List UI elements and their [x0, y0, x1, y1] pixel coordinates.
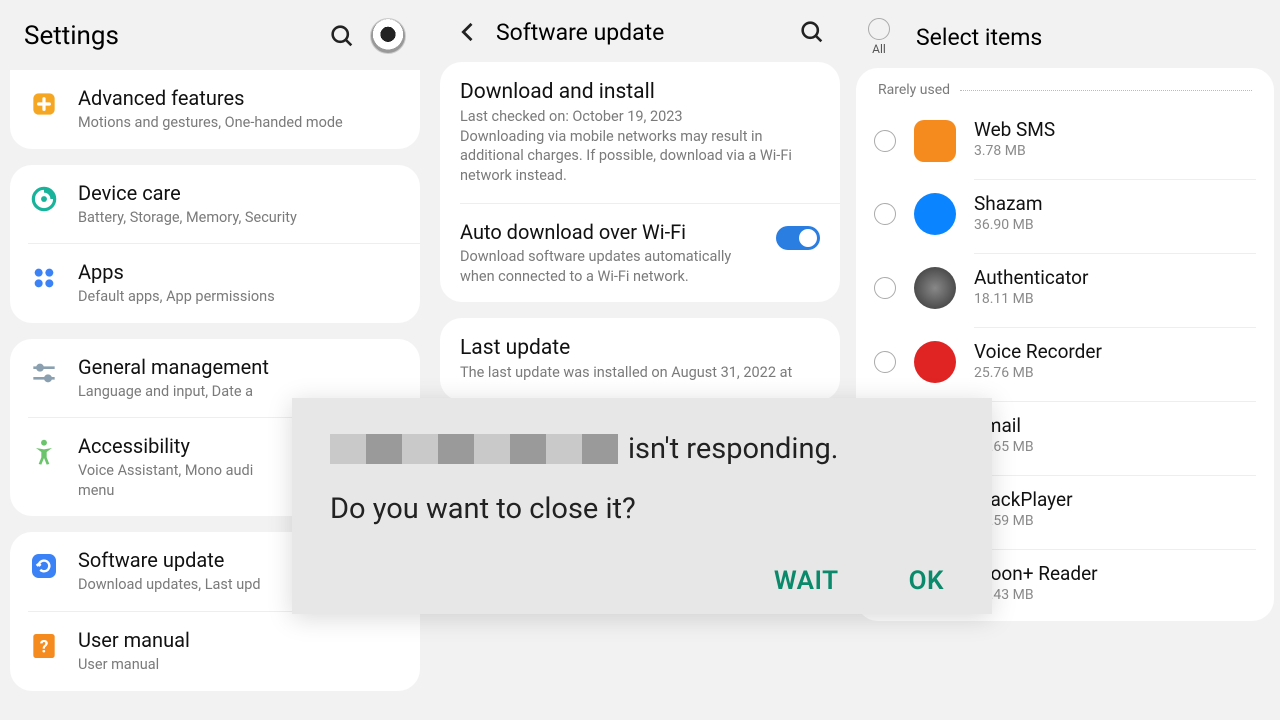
checkbox[interactable] — [874, 351, 896, 373]
accessibility-icon — [28, 436, 60, 468]
settings-item-advanced-features[interactable]: Advanced featuresMotions and gestures, O… — [10, 70, 420, 149]
app-icon — [914, 120, 956, 162]
app-row-authenticator[interactable]: Authenticator18.11 MB — [856, 251, 1274, 325]
settings-item-device-care[interactable]: Device careBattery, Storage, Memory, Sec… — [10, 165, 420, 244]
app-icon — [914, 267, 956, 309]
checkbox[interactable] — [874, 203, 896, 225]
software-update-title: Software update — [496, 19, 784, 46]
apps-icon — [28, 262, 60, 294]
anr-dialog: isn't responding. Do you want to close i… — [292, 398, 992, 614]
settings-title: Settings — [24, 21, 314, 51]
select-items-title: Select items — [916, 24, 1256, 51]
last-update-row[interactable]: Last update The last update was installe… — [440, 318, 840, 401]
back-icon[interactable] — [454, 18, 482, 46]
settings-header: Settings — [0, 0, 430, 70]
wait-button[interactable]: WAIT — [774, 566, 839, 596]
software-update-header: Software update — [430, 0, 850, 62]
app-icon — [914, 193, 956, 235]
app-row-web-sms[interactable]: Web SMS3.78 MB — [856, 104, 1274, 177]
manual-icon: ? — [28, 630, 60, 662]
select-all[interactable]: All — [868, 18, 890, 56]
auto-download-row[interactable]: Auto download over Wi-Fi Download softwa… — [460, 203, 840, 302]
device-care-icon — [28, 183, 60, 215]
rarely-used-label: Rarely used — [856, 68, 1274, 104]
app-row-voice-recorder[interactable]: Voice Recorder25.76 MB — [856, 325, 1274, 399]
svg-text:?: ? — [40, 638, 49, 658]
settings-item-user-manual[interactable]: ? User manualUser manual — [28, 611, 420, 691]
search-icon[interactable] — [798, 18, 826, 46]
update-icon — [28, 550, 60, 582]
auto-download-toggle[interactable] — [776, 226, 820, 250]
ok-button[interactable]: OK — [909, 566, 944, 596]
checkbox[interactable] — [874, 130, 896, 152]
search-icon[interactable] — [328, 22, 356, 50]
app-icon — [914, 341, 956, 383]
checkbox[interactable] — [874, 277, 896, 299]
sliders-icon — [28, 357, 60, 389]
settings-item-apps[interactable]: AppsDefault apps, App permissions — [28, 243, 420, 323]
app-row-shazam[interactable]: Shazam36.90 MB — [856, 177, 1274, 251]
download-install-row[interactable]: Download and install Last checked on: Oc… — [440, 62, 840, 203]
censored-app-name — [330, 434, 618, 464]
profile-avatar[interactable] — [370, 18, 406, 54]
plus-icon — [28, 88, 60, 120]
select-items-header: All Select items — [850, 0, 1280, 68]
